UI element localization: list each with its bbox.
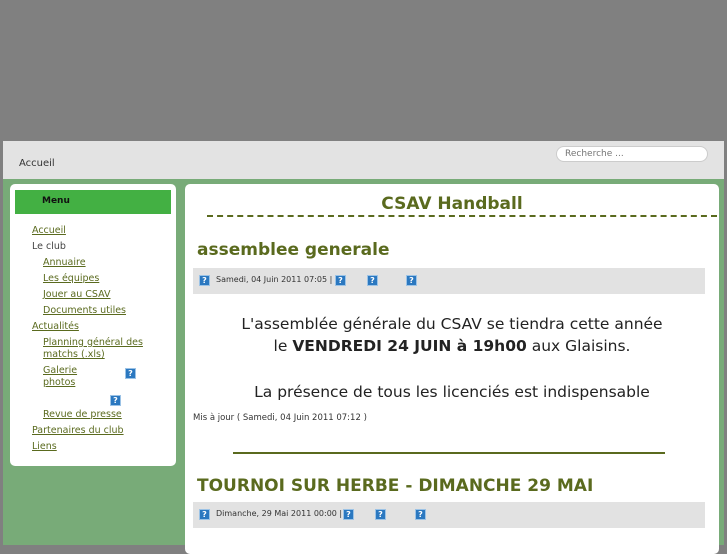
broken-image-icon: ? xyxy=(110,395,121,406)
article-text-line: L'assemblée générale du CSAV se tiendra … xyxy=(241,315,663,333)
article-title[interactable]: assemblee generale xyxy=(197,240,389,260)
email-icon[interactable]: ? xyxy=(415,509,426,520)
article-separator xyxy=(233,452,665,454)
site-title: CSAV Handball xyxy=(381,194,523,214)
menu-item-planning[interactable]: Planning général des matchs (.xls) xyxy=(43,337,143,361)
breadcrumb-home[interactable]: Accueil xyxy=(19,158,55,169)
article-title[interactable]: TOURNOI SUR HERBE - DIMANCHE 29 MAI xyxy=(197,476,593,496)
broken-image-icon: ? xyxy=(199,275,210,286)
print-icon[interactable]: ? xyxy=(375,509,386,520)
article-text-line: le VENDREDI 24 JUIN à 19h00 aux Glaisins… xyxy=(185,337,719,355)
article-meta: ? Dimanche, 29 Mai 2011 00:00 | ? ? ? xyxy=(193,502,705,528)
menu-item-actualites[interactable]: Actualités xyxy=(32,321,79,333)
article-meta: ? Samedi, 04 Juin 2011 07:05 | ? ? ? xyxy=(193,268,705,294)
menu-item-equipes[interactable]: Les équipes xyxy=(43,273,99,285)
article-date: Samedi, 04 Juin 2011 07:05 | xyxy=(216,275,333,284)
text: le xyxy=(273,337,293,355)
broken-image-icon: ? xyxy=(125,368,136,379)
menu-item-accueil[interactable]: Accueil xyxy=(32,225,66,237)
menu-item-partenaires[interactable]: Partenaires du club xyxy=(32,425,124,437)
menu-item-annuaire[interactable]: Annuaire xyxy=(43,257,86,269)
article-updated: Mis à jour ( Samedi, 04 Juin 2011 07:12 … xyxy=(193,413,367,423)
event-date: VENDREDI 24 JUIN à 19h00 xyxy=(292,337,527,355)
article-date: Dimanche, 29 Mai 2011 00:00 | xyxy=(216,509,343,518)
article-text-line: La présence de tous les licenciés est in… xyxy=(254,383,650,401)
email-icon[interactable]: ? xyxy=(406,275,417,286)
pdf-icon[interactable]: ? xyxy=(335,275,346,286)
menu-item-galerie[interactable]: Galerie photos xyxy=(43,365,83,389)
sidebar-menu: Menu Accueil Le club Annuaire Les équipe… xyxy=(10,184,176,466)
pdf-icon[interactable]: ? xyxy=(343,509,354,520)
search-input[interactable] xyxy=(556,146,708,162)
menu-item-le-club: Le club xyxy=(32,241,66,252)
top-bar: Accueil xyxy=(3,141,724,179)
menu-item-jouer[interactable]: Jouer au CSAV xyxy=(43,289,111,301)
menu-item-revue[interactable]: Revue de presse xyxy=(43,409,122,421)
text: aux Glaisins. xyxy=(526,337,631,355)
menu-item-liens[interactable]: Liens xyxy=(32,441,57,453)
print-icon[interactable]: ? xyxy=(367,275,378,286)
menu-item-documents[interactable]: Documents utiles xyxy=(43,305,126,317)
main-content: CSAV Handball assemblee generale ? Samed… xyxy=(185,184,719,554)
title-divider xyxy=(207,215,717,217)
menu-title: Menu xyxy=(15,190,171,214)
broken-image-icon: ? xyxy=(199,509,210,520)
